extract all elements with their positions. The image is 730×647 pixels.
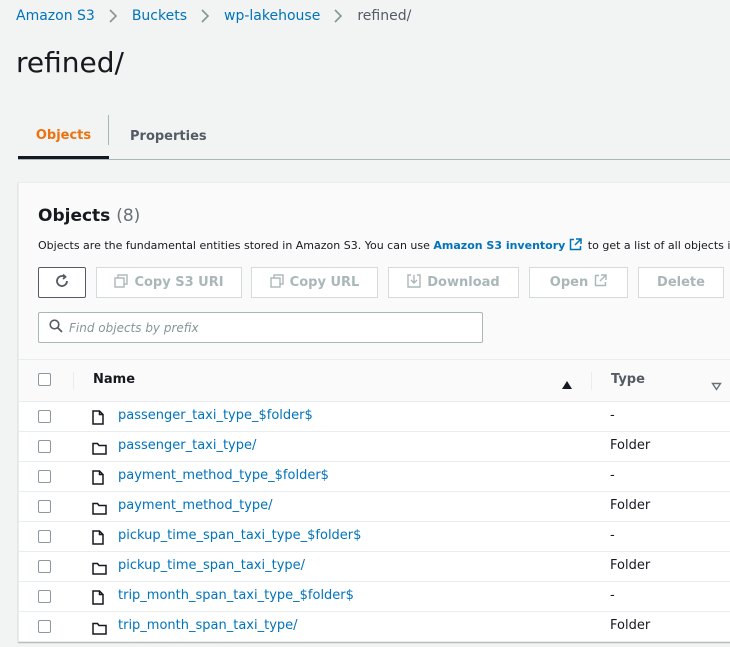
row-checkbox[interactable] (38, 530, 51, 543)
chevron-right-icon (109, 9, 118, 23)
table-row: passenger_taxi_type_$folder$ - (19, 402, 730, 432)
sort-ascending-icon[interactable] (561, 375, 573, 394)
object-type: Folder (610, 558, 651, 573)
table-row: trip_month_span_taxi_type/Folder (19, 612, 730, 642)
object-type: Folder (610, 498, 651, 513)
external-link-icon (594, 274, 607, 291)
row-checkbox[interactable] (38, 590, 51, 603)
breadcrumb-buckets[interactable]: Buckets (132, 8, 187, 24)
search-icon (49, 318, 63, 337)
open-button[interactable]: Open (529, 267, 628, 298)
description-suffix: to get a list of all objects in y (587, 239, 730, 252)
open-label: Open (549, 275, 589, 290)
panel-title: Objects (8) (38, 206, 140, 226)
folder-icon (92, 620, 107, 639)
table-header: Name Type (19, 359, 730, 402)
breadcrumb-amazon-s3[interactable]: Amazon S3 (16, 8, 95, 24)
panel-title-text: Objects (38, 206, 111, 226)
column-header-name[interactable]: Name (93, 372, 135, 387)
object-name-link[interactable]: trip_month_span_taxi_type_$folder$ (118, 588, 354, 603)
refresh-icon (54, 273, 70, 293)
copy-url-button[interactable]: Copy URL (251, 267, 378, 298)
download-icon (407, 273, 421, 292)
column-header-type[interactable]: Type (611, 372, 645, 387)
inventory-link[interactable]: Amazon S3 inventory (433, 239, 565, 252)
folder-icon (92, 500, 107, 519)
chevron-right-icon (334, 9, 343, 23)
tab-divider (108, 115, 109, 145)
select-all-checkbox[interactable] (38, 373, 51, 386)
object-name-link[interactable]: passenger_taxi_type/ (118, 438, 256, 453)
file-icon (92, 470, 104, 489)
copy-icon (269, 273, 284, 292)
table-row: pickup_time_span_taxi_type/Folder (19, 552, 730, 582)
object-type: - (610, 588, 615, 603)
copy-s3-uri-label: Copy S3 URI (134, 275, 224, 290)
row-checkbox[interactable] (38, 410, 51, 423)
object-type: - (610, 528, 615, 543)
row-checkbox[interactable] (38, 440, 51, 453)
search-input[interactable] (69, 320, 469, 335)
delete-label: Delete (657, 275, 705, 290)
object-type: - (610, 408, 615, 423)
row-checkbox[interactable] (38, 560, 51, 573)
copy-url-label: Copy URL (289, 275, 360, 290)
tab-objects[interactable]: Objects (18, 114, 109, 159)
chevron-right-icon (201, 9, 210, 23)
file-icon (92, 530, 104, 549)
table-row: trip_month_span_taxi_type_$folder$ - (19, 582, 730, 612)
table-row: payment_method_type_$folder$ - (19, 462, 730, 492)
object-name-link[interactable]: payment_method_type_$folder$ (118, 468, 329, 483)
sort-descending-icon[interactable] (711, 376, 722, 395)
folder-icon (92, 440, 107, 459)
object-type: Folder (610, 618, 651, 633)
row-checkbox[interactable] (38, 500, 51, 513)
object-type: Folder (610, 438, 651, 453)
object-name-link[interactable]: passenger_taxi_type_$folder$ (118, 408, 313, 423)
breadcrumb: Amazon S3 Buckets wp-lakehouse refined/ (16, 6, 411, 26)
delete-button[interactable]: Delete (638, 267, 724, 298)
column-divider (73, 372, 74, 390)
row-checkbox[interactable] (38, 620, 51, 633)
external-link-icon (569, 238, 583, 254)
breadcrumb-current: refined/ (357, 8, 412, 24)
copy-s3-uri-button[interactable]: Copy S3 URI (96, 267, 242, 298)
object-name-link[interactable]: pickup_time_span_taxi_type_$folder$ (118, 528, 361, 543)
table-row: pickup_time_span_taxi_type_$folder$ - (19, 522, 730, 552)
object-type: - (610, 468, 615, 483)
table-row: passenger_taxi_type/Folder (19, 432, 730, 462)
table-row: payment_method_type/Folder (19, 492, 730, 522)
object-name-link[interactable]: trip_month_span_taxi_type/ (118, 618, 298, 633)
download-button[interactable]: Download (388, 267, 519, 298)
object-name-link[interactable]: payment_method_type/ (118, 498, 273, 513)
tab-bar: Objects Properties (18, 114, 730, 160)
folder-icon (92, 560, 107, 579)
row-checkbox[interactable] (38, 470, 51, 483)
file-icon (92, 410, 104, 429)
tab-properties[interactable]: Properties (130, 114, 207, 159)
download-label: Download (427, 275, 500, 290)
panel-header: Objects (8) Objects are the fundamental … (19, 183, 730, 359)
page-title: refined/ (16, 46, 124, 79)
panel-description: Objects are the fundamental entities sto… (38, 238, 730, 254)
file-icon (92, 590, 104, 609)
refresh-button[interactable] (38, 267, 86, 298)
object-name-link[interactable]: pickup_time_span_taxi_type/ (118, 558, 305, 573)
copy-icon (114, 273, 129, 292)
object-count: (8) (116, 206, 141, 226)
column-divider (591, 372, 592, 390)
description-prefix: Objects are the fundamental entities sto… (38, 239, 434, 252)
breadcrumb-bucket[interactable]: wp-lakehouse (224, 8, 320, 24)
objects-table-body: passenger_taxi_type_$folder$ - passenger_t… (19, 402, 730, 642)
search-box[interactable] (38, 312, 483, 343)
objects-panel: Objects (8) Objects are the fundamental … (18, 182, 730, 642)
